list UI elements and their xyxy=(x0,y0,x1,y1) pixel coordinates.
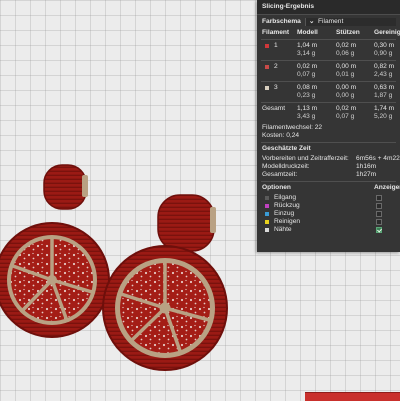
divider xyxy=(261,181,396,182)
support-length: 0,02 m xyxy=(336,42,357,49)
filament-color-swatch xyxy=(265,44,269,48)
support-weight: 0,01 g xyxy=(336,71,355,78)
options-label: Optionen xyxy=(262,184,291,191)
total-support-length: 0,02 m xyxy=(336,105,357,112)
option-naehte: Nähte xyxy=(257,226,400,234)
slicing-result-panel: Slicing-Ergebnis Farbschema ⌄ Filament F… xyxy=(257,0,400,252)
model-weight: 3,14 g xyxy=(297,50,316,57)
filament-color-swatch xyxy=(265,86,269,90)
option-label: Rückzug xyxy=(274,202,300,209)
time-label: Modelldruckzeit: xyxy=(262,163,310,170)
total-model-weight: 3,43 g xyxy=(297,113,316,120)
time-value: 1h16m xyxy=(356,163,377,170)
option-color-swatch xyxy=(265,228,269,232)
divider xyxy=(261,39,396,40)
total-flushed-length: 1,74 m xyxy=(374,105,395,112)
option-checkbox[interactable] xyxy=(376,203,382,209)
options-header: Optionen Anzeigen xyxy=(257,184,400,192)
filament-row-2: 2 0,02 m 0,00 m 0,82 m 0,07 g 0,01 g 2,4… xyxy=(257,63,400,79)
color-scheme-row: Farbschema ⌄ Filament xyxy=(257,18,400,26)
flushed-length: 0,30 m xyxy=(374,42,395,49)
support-length: 0,00 m xyxy=(336,84,357,91)
flushed-weight: 1,87 g xyxy=(374,92,393,99)
divider xyxy=(261,81,396,82)
filament-id: 1 xyxy=(274,42,278,49)
filament-changes-row: Filamentwechsel: 22 xyxy=(257,124,400,132)
support-length: 0,00 m xyxy=(336,63,357,70)
cost: Kosten: 0,24 xyxy=(262,132,300,139)
time-value: 6m56s + 4m22s xyxy=(356,155,400,162)
option-checkbox[interactable] xyxy=(376,227,382,233)
col-filament: Filament xyxy=(262,29,290,36)
time-label: Vorbereiten und Zeitraffer­zeit: xyxy=(262,155,349,162)
total-label: Gesamt xyxy=(262,105,286,112)
option-rueckzug: Rückzug xyxy=(257,202,400,210)
divider xyxy=(261,142,396,143)
option-color-swatch xyxy=(265,196,269,200)
option-color-swatch xyxy=(265,212,269,216)
model-weight: 0,07 g xyxy=(297,71,316,78)
option-label: Nähte xyxy=(274,226,292,233)
flushed-weight: 2,43 g xyxy=(374,71,393,78)
option-checkbox[interactable] xyxy=(376,211,382,217)
flushed-length: 0,63 m xyxy=(374,84,395,91)
flushed-length: 0,82 m xyxy=(374,63,395,70)
color-scheme-label: Farbschema xyxy=(262,18,301,25)
total-row: Gesamt 1,13 m 0,02 m 1,74 m 3,43 g 0,07 … xyxy=(257,105,400,121)
filament-row-3: 3 0,08 m 0,00 m 0,63 m 0,23 g 0,00 g 1,8… xyxy=(257,84,400,100)
filament-id: 2 xyxy=(274,63,278,70)
flushed-weight: 0,90 g xyxy=(374,50,393,57)
support-weight: 0,06 g xyxy=(336,50,355,57)
option-label: Eilgang xyxy=(274,194,296,201)
display-label: Anzeigen xyxy=(374,184,400,191)
model-weight: 0,23 g xyxy=(297,92,316,99)
col-flushed: Gereinigt xyxy=(374,29,400,36)
color-scheme-value: Filament xyxy=(318,18,344,25)
option-color-swatch xyxy=(265,204,269,208)
model-right xyxy=(102,194,228,371)
total-flushed-weight: 5,20 g xyxy=(374,113,393,120)
model-length: 0,02 m xyxy=(297,63,318,70)
time-value: 1h27m xyxy=(356,171,377,178)
option-color-swatch xyxy=(265,220,269,224)
time-label: Gesamtzeit: xyxy=(262,171,298,178)
col-support: Stützen xyxy=(336,29,360,36)
cost-row: Kosten: 0,24 xyxy=(257,132,400,140)
option-eilgang: Eilgang xyxy=(257,194,400,202)
support-weight: 0,00 g xyxy=(336,92,355,99)
model-left xyxy=(0,164,110,338)
filament-changes: Filamentwechsel: 22 xyxy=(262,124,323,131)
total-support-weight: 0,07 g xyxy=(336,113,355,120)
chevron-down-icon: ⌄ xyxy=(309,18,315,25)
color-scheme-dropdown[interactable]: ⌄ Filament xyxy=(305,18,396,26)
option-checkbox[interactable] xyxy=(376,219,382,225)
model-length: 0,08 m xyxy=(297,84,318,91)
panel-title[interactable]: Slicing-Ergebnis xyxy=(257,0,400,15)
filament-color-swatch xyxy=(265,65,269,69)
option-reinigen: Reinigen xyxy=(257,218,400,226)
option-label: Reinigen xyxy=(274,218,301,225)
estimated-time-label: Geschätzte Zeit xyxy=(262,145,311,152)
table-header: Filament Modell Stützen Gereinigt xyxy=(257,29,400,37)
time-row: Gesamtzeit: 1h27m xyxy=(257,171,400,179)
filament-id: 3 xyxy=(274,84,278,91)
time-row: Vorbereiten und Zeitraffer­zeit: 6m56s +… xyxy=(257,155,400,163)
divider xyxy=(261,102,396,103)
option-einzug: Einzug xyxy=(257,210,400,218)
option-label: Einzug xyxy=(274,210,295,217)
estimated-time-title: Geschätzte Zeit xyxy=(257,145,400,153)
model-length: 1,04 m xyxy=(297,42,318,49)
time-row: Modelldruckzeit: 1h16m xyxy=(257,163,400,171)
divider xyxy=(261,60,396,61)
total-model-length: 1,13 m xyxy=(297,105,318,112)
col-model: Modell xyxy=(297,29,318,36)
option-checkbox[interactable] xyxy=(376,195,382,201)
filament-row-1: 1 1,04 m 0,02 m 0,30 m 3,14 g 0,06 g 0,9… xyxy=(257,42,400,58)
